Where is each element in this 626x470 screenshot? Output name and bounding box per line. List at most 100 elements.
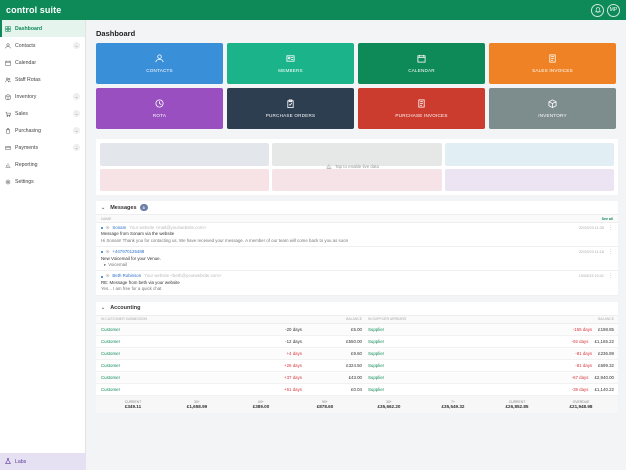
tile-purchase-invoices[interactable]: PURCHASE INVOICES: [358, 88, 485, 129]
sidebar-item-labs[interactable]: Labs: [0, 453, 86, 470]
bell-icon[interactable]: [591, 3, 604, 17]
message-item[interactable]: ✉ Sonam Your website <mail@yourwebsite.com…: [96, 223, 618, 248]
sidebar-item-label: Inventory: [15, 93, 37, 100]
tile-contacts[interactable]: CONTACTS: [96, 43, 223, 84]
live-data-panel[interactable]: Tap to enable live data: [96, 139, 618, 195]
voicemail-chip[interactable]: ▸ Voicemail: [104, 262, 127, 268]
supplier-name[interactable]: Supplier: [362, 351, 502, 356]
more-options-icon[interactable]: ⋮: [608, 225, 613, 231]
table-row[interactable]: Customer -20 days £5.00 Supplier -155 days £1…: [96, 323, 618, 336]
supplier-balance: £1,140.22: [594, 386, 614, 392]
customer-name[interactable]: Customer: [101, 387, 231, 392]
sidebar-item-label: Dashboard: [15, 25, 43, 32]
messages-count-badge: 3: [139, 204, 148, 211]
sidebar-item-label: Purchasing: [15, 127, 41, 134]
sidebar-item-inventory[interactable]: Inventory ⌄: [0, 88, 85, 105]
total-cell: CURRENT £349.11: [101, 400, 165, 409]
customer-name[interactable]: Customer: [101, 327, 231, 332]
messages-header[interactable]: ⌄ Messages 3: [96, 201, 618, 215]
clipboard-icon: [286, 99, 295, 113]
sidebar-item-label: Contacts: [15, 42, 36, 49]
more-options-icon[interactable]: ⋮: [608, 273, 613, 279]
tile-members[interactable]: MEMBERS: [227, 43, 354, 84]
sidebar-item-sales[interactable]: Sales ⌄: [0, 105, 85, 122]
table-row[interactable]: Customer +37 days £43.00 Supplier -67 days £2…: [96, 371, 618, 384]
customer-name[interactable]: Customer: [101, 339, 231, 344]
chevron-down-icon[interactable]: ⌄: [73, 110, 80, 117]
supplier-name[interactable]: Supplier: [362, 339, 502, 344]
total-cell: 30+ £35,662.20: [357, 400, 421, 409]
unread-dot: [101, 227, 103, 230]
chevron-down-icon[interactable]: ⌄: [101, 205, 105, 211]
supplier-name[interactable]: Supplier: [362, 387, 502, 392]
payments-icon: [5, 145, 11, 151]
tile-inventory[interactable]: INVENTORY: [489, 88, 616, 129]
customer-name[interactable]: Customer: [101, 351, 231, 356]
tile-label: ROTA: [152, 113, 167, 118]
sidebar-item-settings[interactable]: Settings: [0, 173, 85, 190]
customer-balance: £43.00: [348, 374, 362, 380]
table-row[interactable]: Customer -12 days £550.00 Supplier -92 days £…: [96, 336, 618, 348]
table-row[interactable]: Customer +4 days £9.60 Supplier -81 days £236…: [96, 347, 618, 360]
app-logo[interactable]: control suite: [6, 5, 61, 15]
chart-placeholder[interactable]: [272, 168, 442, 191]
message-sender[interactable]: +447970125488: [112, 249, 144, 255]
chevron-down-icon[interactable]: ⌄: [101, 305, 105, 311]
members-icon: [286, 55, 295, 62]
message-sender[interactable]: Beth Robinson: [112, 273, 141, 279]
tile-purchase-orders[interactable]: PURCHASE ORDERS: [227, 88, 354, 129]
supplier-name[interactable]: Supplier: [362, 363, 502, 368]
sidebar-item-dashboard[interactable]: Dashboard: [0, 20, 85, 37]
message-date: 22/03/23 11:35: [578, 226, 604, 230]
calendar-icon: [5, 60, 11, 66]
total-cell: 60+ £389.00: [229, 400, 293, 409]
chevron-down-icon[interactable]: ⌄: [73, 144, 80, 151]
chart-placeholder[interactable]: [444, 143, 614, 166]
invoice-icon: [548, 54, 557, 68]
supplier-name[interactable]: Supplier: [362, 375, 502, 380]
clock-icon: [155, 99, 164, 108]
chevron-down-icon[interactable]: ⌄: [73, 127, 80, 134]
chevron-down-icon[interactable]: ⌄: [73, 93, 80, 100]
sidebar-item-purchasing[interactable]: Purchasing ⌄: [0, 122, 85, 139]
messages-column-label: NAME: [101, 216, 112, 221]
chart-placeholder[interactable]: [100, 168, 270, 191]
column-header: IN CUSTOMER SUBMISSION: [101, 317, 147, 322]
tile-sales-invoices[interactable]: SALES INVOICES: [489, 43, 616, 84]
staff-icon: [5, 77, 11, 83]
dashboard-icon: [5, 25, 11, 32]
more-options-icon[interactable]: ⋮: [608, 249, 613, 255]
table-row[interactable]: Customer +61 days £0.04 Supplier -39 days £1,…: [96, 384, 618, 396]
sidebar-item-payments[interactable]: Payments ⌄: [0, 139, 85, 156]
supplier-name[interactable]: Supplier: [362, 327, 502, 332]
invoice-icon: [549, 54, 556, 63]
chevron-down-icon[interactable]: ⌄: [73, 42, 80, 49]
customer-name[interactable]: Customer: [101, 375, 231, 380]
sidebar-item-contacts[interactable]: Contacts ⌄: [0, 37, 85, 54]
message-item[interactable]: ✉ Beth Robinson Your website <beth@yourweb…: [96, 271, 618, 296]
box-icon: [548, 99, 557, 109]
customer-days: +4 days: [286, 350, 302, 356]
sidebar-item-calendar[interactable]: Calendar: [0, 54, 85, 71]
calendar-icon: [417, 54, 426, 63]
table-row[interactable]: Customer +26 days £324.50 Supplier -81 days £…: [96, 360, 618, 372]
message-item[interactable]: ✉ +447970125488 22/03/23 11:18 ⋮ New Voicema…: [96, 247, 618, 272]
tile-label: PURCHASE ORDERS: [265, 113, 316, 118]
supplier-balance: £699.32: [598, 362, 614, 368]
supplier-days: -81 days: [575, 362, 593, 368]
see-all-link[interactable]: See all: [602, 217, 613, 221]
chart-placeholder[interactable]: [444, 168, 614, 191]
chart-placeholder[interactable]: [100, 143, 270, 166]
supplier-days: -81 days: [575, 350, 593, 356]
live-data-hint-text: Tap to enable live data: [335, 163, 379, 169]
sidebar-item-staff-rotas[interactable]: Staff Rotas: [0, 71, 85, 88]
accounting-header[interactable]: ⌄ Accounting: [96, 302, 618, 316]
tile-rota[interactable]: ROTA: [96, 88, 223, 129]
clipboard-icon: [287, 99, 294, 108]
tile-calendar[interactable]: CALENDAR: [358, 43, 485, 84]
sidebar-item-reporting[interactable]: Reporting: [0, 156, 85, 173]
reporting-icon: [5, 162, 11, 168]
user-avatar[interactable]: MP: [607, 3, 620, 17]
customer-name[interactable]: Customer: [101, 363, 231, 368]
live-data-hint[interactable]: Tap to enable live data: [326, 163, 379, 169]
